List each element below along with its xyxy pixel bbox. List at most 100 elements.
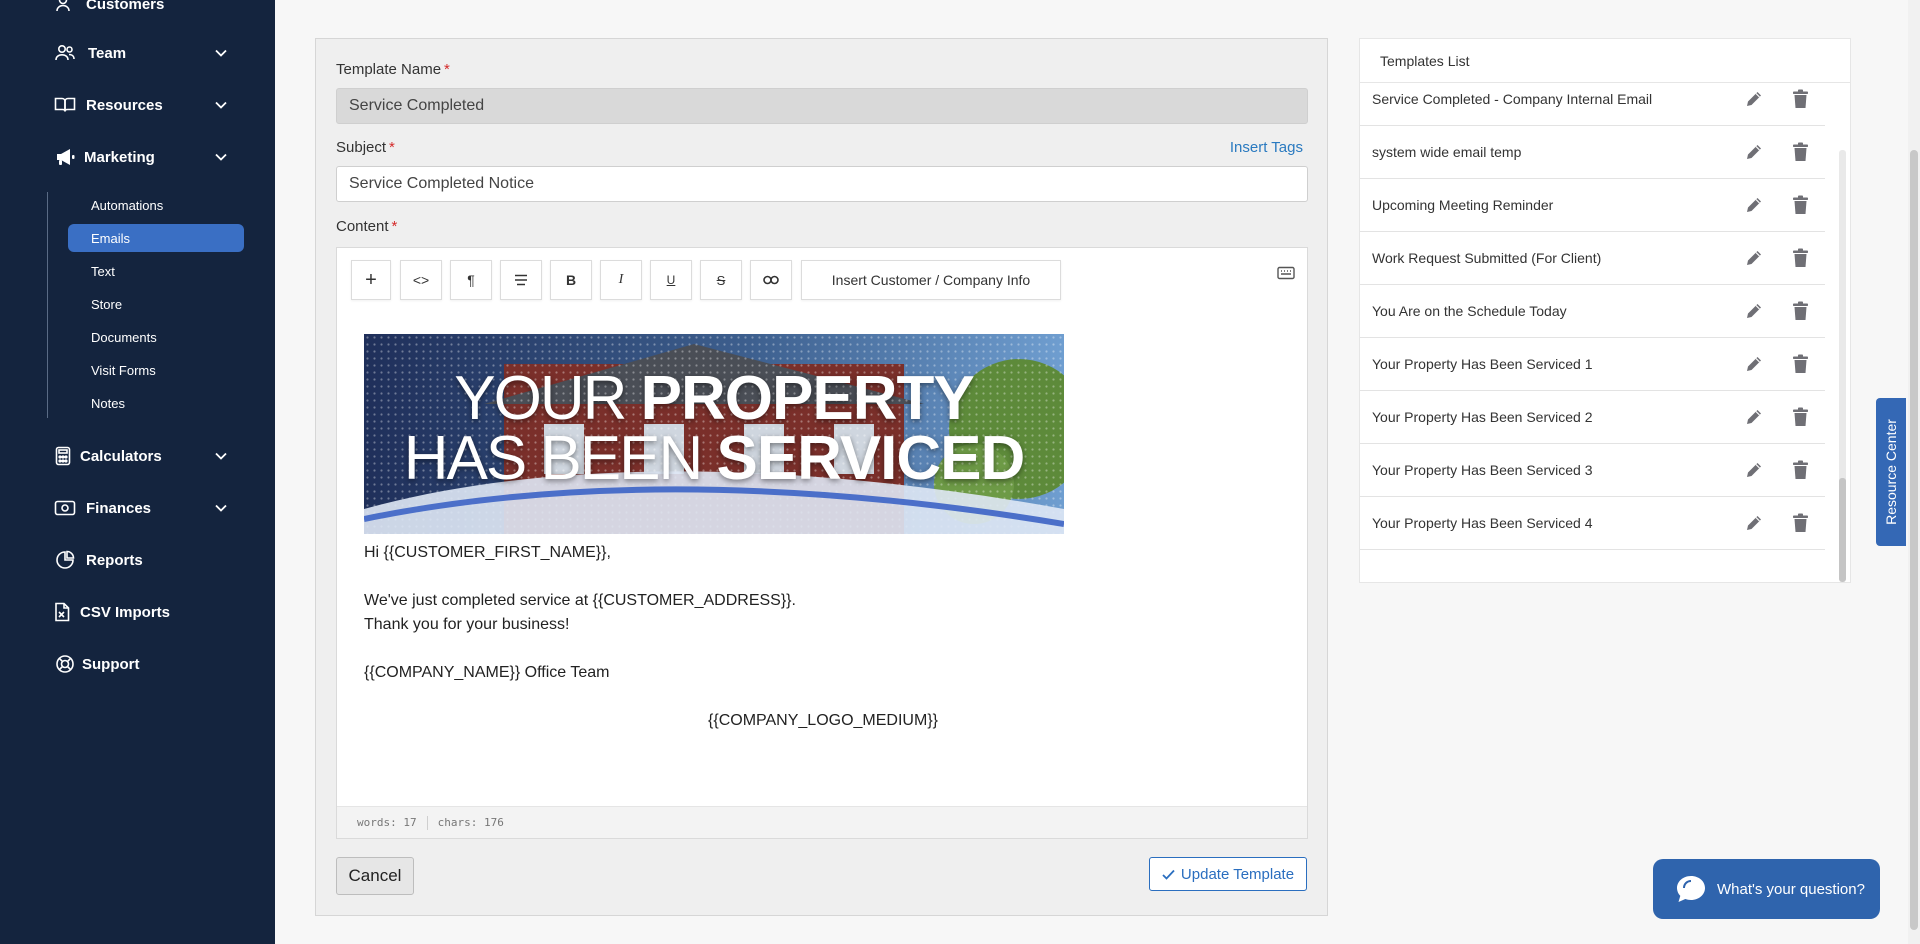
- trash-icon[interactable]: [1792, 195, 1809, 215]
- update-template-button[interactable]: Update Template: [1149, 857, 1307, 891]
- subject-value: Service Completed Notice: [349, 175, 534, 192]
- sidebar: Customers Team Resources Marketing Autom…: [0, 0, 275, 944]
- insert-link-button[interactable]: [750, 260, 792, 300]
- template-name-value: Service Completed: [349, 97, 485, 114]
- banner-line-2: HAS BEEN SERVICED: [403, 424, 1026, 493]
- email-banner-image: YOUR PROPERTY HAS BEEN SERVICED: [364, 334, 1064, 534]
- sidebar-item-label: Customers: [86, 0, 165, 13]
- sidebar-item-label: Support: [82, 655, 140, 673]
- chevron-down-icon[interactable]: [212, 447, 230, 465]
- trash-icon[interactable]: [1792, 142, 1809, 162]
- sidebar-item-label: Finances: [86, 499, 152, 517]
- subject-label: Subject *: [336, 139, 395, 156]
- templates-list-header: Templates List: [1360, 39, 1850, 83]
- trash-icon[interactable]: [1792, 460, 1809, 480]
- trash-icon[interactable]: [1792, 301, 1809, 321]
- template-list-item[interactable]: Your Property Has Been Serviced 1: [1360, 338, 1825, 391]
- bold-button[interactable]: B: [550, 260, 592, 300]
- sidebar-item-reports[interactable]: Reports: [0, 540, 275, 580]
- sidebar-item-team[interactable]: Team: [0, 33, 275, 73]
- rich-text-editor[interactable]: + <> ¶ B I U S Insert Customer / Company…: [336, 247, 1308, 839]
- template-name: Service Completed - Company Internal Ema…: [1372, 91, 1653, 107]
- template-name-input[interactable]: Service Completed: [336, 88, 1308, 124]
- sidebar-item-resources[interactable]: Resources: [0, 85, 275, 125]
- sidebar-item-csv-imports[interactable]: CSV Imports: [0, 592, 275, 632]
- subitem-label: Notes: [91, 395, 125, 411]
- keyboard-icon[interactable]: [1277, 266, 1295, 280]
- trash-icon[interactable]: [1792, 89, 1809, 109]
- template-name: Your Property Has Been Serviced 2: [1372, 409, 1593, 425]
- megaphone-icon: [54, 146, 76, 168]
- page-scroll-thumb[interactable]: [1910, 150, 1918, 930]
- sidebar-item-marketing[interactable]: Marketing: [0, 137, 275, 177]
- template-name: system wide email temp: [1372, 144, 1522, 160]
- code-view-button[interactable]: <>: [400, 260, 442, 300]
- sidebar-subitem-emails[interactable]: Emails: [68, 224, 244, 252]
- sidebar-subitem-notes[interactable]: Notes: [68, 389, 244, 417]
- chevron-down-icon[interactable]: [212, 44, 230, 62]
- template-list-item[interactable]: system wide email temp: [1360, 126, 1825, 179]
- insert-plus-button[interactable]: +: [351, 260, 391, 300]
- sidebar-subitem-documents[interactable]: Documents: [68, 323, 244, 351]
- align-button[interactable]: [500, 260, 542, 300]
- templates-list-scroll-thumb[interactable]: [1839, 478, 1846, 582]
- email-logo-tag: {{COMPANY_LOGO_MEDIUM}}: [708, 712, 938, 729]
- cancel-button[interactable]: Cancel: [336, 857, 414, 895]
- templates-list-panel: Templates List Service CompletedService …: [1359, 38, 1851, 583]
- chat-widget-button[interactable]: What's your question?: [1653, 859, 1880, 919]
- sidebar-item-label: Team: [88, 44, 127, 62]
- sidebar-item-finances[interactable]: Finances: [0, 488, 275, 528]
- sidebar-item-label: Marketing: [84, 148, 155, 166]
- template-list-item[interactable]: Your Property Has Been Serviced 2: [1360, 391, 1825, 444]
- book-icon: [54, 94, 76, 116]
- resource-center-tab[interactable]: Resource Center: [1876, 398, 1906, 546]
- template-list-item[interactable]: Your Property Has Been Serviced 4: [1360, 497, 1825, 550]
- pencil-icon[interactable]: [1744, 89, 1764, 109]
- chevron-down-icon[interactable]: [212, 148, 230, 166]
- file-excel-icon: [51, 601, 73, 623]
- email-signoff: {{COMPANY_NAME}} Office Team: [364, 664, 610, 681]
- insert-tags-link[interactable]: Insert Tags: [1230, 139, 1303, 156]
- pencil-icon[interactable]: [1744, 407, 1764, 427]
- template-name: Upcoming Meeting Reminder: [1372, 197, 1554, 213]
- italic-button[interactable]: I: [600, 260, 642, 300]
- sidebar-subitem-visit-forms[interactable]: Visit Forms: [68, 356, 244, 384]
- sidebar-subitem-text[interactable]: Text: [68, 257, 244, 285]
- sidebar-item-calculators[interactable]: Calculators: [0, 436, 275, 476]
- template-name-label: Template Name *: [336, 61, 450, 78]
- template-list-item[interactable]: Your Property Has Been Serviced 3: [1360, 444, 1825, 497]
- sidebar-item-label: CSV Imports: [80, 603, 171, 621]
- pencil-icon[interactable]: [1744, 513, 1764, 533]
- sidebar-subitem-automations[interactable]: Automations: [68, 191, 244, 219]
- chevron-down-icon[interactable]: [212, 499, 230, 517]
- pencil-icon[interactable]: [1744, 142, 1764, 162]
- sidebar-item-customers[interactable]: Customers: [0, 0, 275, 24]
- pencil-icon[interactable]: [1744, 195, 1764, 215]
- sidebar-subitem-store[interactable]: Store: [68, 290, 244, 318]
- resource-center-label: Resource Center: [1883, 419, 1900, 525]
- trash-icon[interactable]: [1792, 354, 1809, 374]
- trash-icon[interactable]: [1792, 513, 1809, 533]
- underline-button[interactable]: U: [650, 260, 692, 300]
- paragraph-format-button[interactable]: ¶: [450, 260, 492, 300]
- align-icon: [515, 274, 527, 286]
- template-list-item[interactable]: Upcoming Meeting Reminder: [1360, 179, 1825, 232]
- pencil-icon[interactable]: [1744, 460, 1764, 480]
- pencil-icon[interactable]: [1744, 248, 1764, 268]
- strikethrough-button[interactable]: S: [700, 260, 742, 300]
- subject-input[interactable]: Service Completed Notice: [336, 166, 1308, 202]
- subitem-label: Visit Forms: [91, 362, 156, 378]
- email-body-line-1: We've just completed service at {{CUSTOM…: [364, 592, 796, 609]
- template-name: Your Property Has Been Serviced 1: [1372, 356, 1593, 372]
- chevron-down-icon[interactable]: [212, 96, 230, 114]
- subitem-label: Text: [91, 263, 115, 279]
- trash-icon[interactable]: [1792, 248, 1809, 268]
- template-list-item[interactable]: You Are on the Schedule Today: [1360, 285, 1825, 338]
- insert-customer-company-info-button[interactable]: Insert Customer / Company Info: [801, 260, 1061, 300]
- template-list-item[interactable]: Work Request Submitted (For Client): [1360, 232, 1825, 285]
- sidebar-item-support[interactable]: Support: [0, 644, 275, 684]
- pencil-icon[interactable]: [1744, 301, 1764, 321]
- pencil-icon[interactable]: [1744, 354, 1764, 374]
- trash-icon[interactable]: [1792, 407, 1809, 427]
- template-name: You Are on the Schedule Today: [1372, 303, 1567, 319]
